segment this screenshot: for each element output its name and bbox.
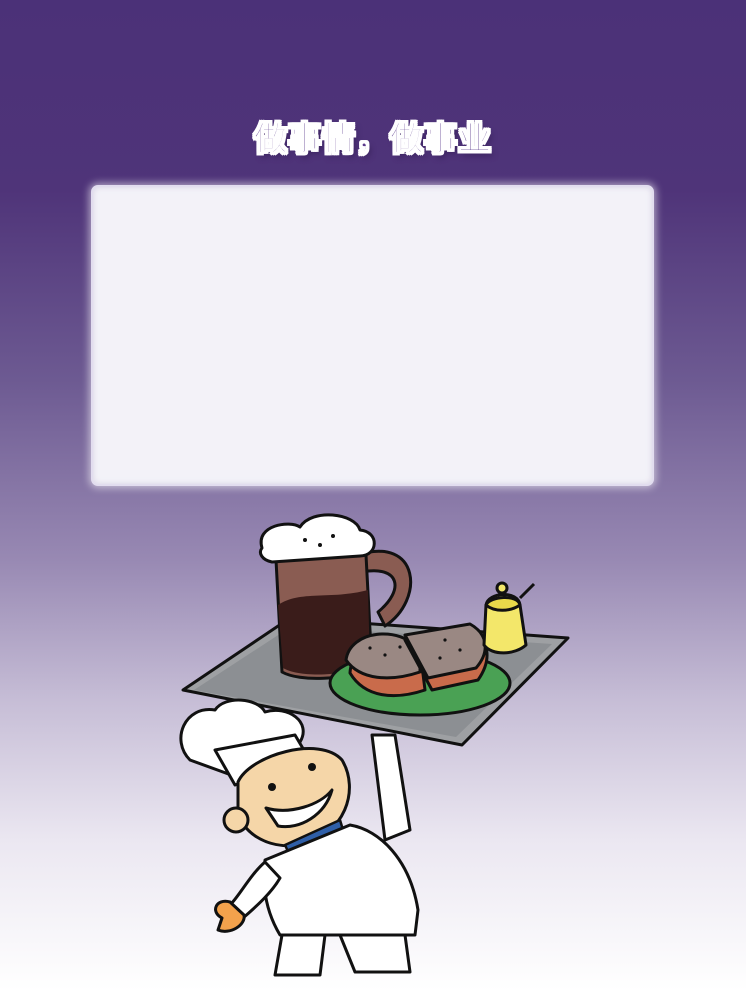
content-panel [91,185,654,486]
mustard-pot-icon [482,581,536,655]
chef-body-icon [214,823,420,977]
chef-raised-arm [370,733,412,842]
page-title: 做事情，做事业 [254,119,492,159]
chef-with-tray-icon [179,513,570,977]
